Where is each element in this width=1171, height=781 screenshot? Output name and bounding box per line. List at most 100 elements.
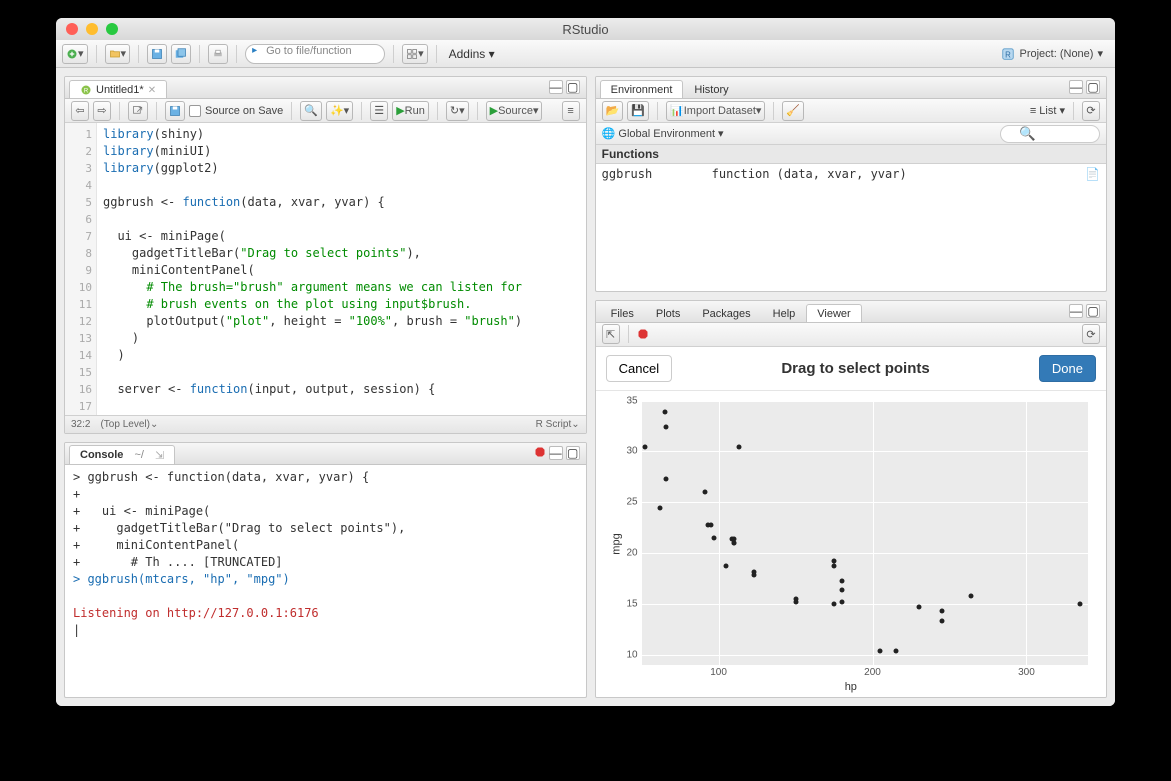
viewer-pane: Files Plots Packages Help Viewer — ▢ ⇱ ⟳ xyxy=(595,300,1107,699)
svg-text:R: R xyxy=(1006,50,1012,59)
maximize-env-button[interactable]: ▢ xyxy=(1086,80,1100,94)
tab-plots[interactable]: Plots xyxy=(645,304,691,322)
gadget-title: Drag to select points xyxy=(682,360,1029,377)
env-scope-selector[interactable]: 🌐 Global Environment ▾ xyxy=(602,127,724,140)
print-button[interactable] xyxy=(208,44,228,64)
refresh-env-button[interactable]: ⟳ xyxy=(1082,101,1100,121)
x-tick: 300 xyxy=(1018,667,1035,678)
data-point xyxy=(1078,601,1083,606)
tab-untitled1[interactable]: R Untitled1* ✕ xyxy=(69,80,167,98)
data-point xyxy=(839,599,844,604)
zoom-window-button[interactable] xyxy=(106,23,118,35)
console-pane: Console ~/ ⇲ — ▢ > ggbrush <- function(d… xyxy=(64,442,587,698)
popout-viewer-button[interactable]: ⇱ xyxy=(602,324,620,344)
source-on-save-checkbox[interactable] xyxy=(189,105,201,117)
stop-viewer-icon[interactable] xyxy=(637,328,649,340)
load-workspace-button[interactable]: 📂 xyxy=(602,101,624,121)
language-mode[interactable]: R Script xyxy=(536,419,572,430)
forward-button[interactable]: ⇨ xyxy=(93,101,111,121)
wand-button[interactable]: ✨▾ xyxy=(326,101,353,121)
minimize-viewer-button[interactable]: — xyxy=(1069,304,1083,318)
stop-icon[interactable] xyxy=(534,446,546,458)
minimize-console-button[interactable]: — xyxy=(549,446,563,460)
line-gutter: 1 2 3 4 5 6 7 8 9 10 11 12 13 14 15 16 1… xyxy=(65,123,97,415)
popout-button[interactable] xyxy=(128,101,148,121)
svg-text:R: R xyxy=(84,88,89,94)
source-statusbar: 32:2 (Top Level) ⌄ R Script ⌄ xyxy=(65,415,586,433)
y-axis-label: mpg xyxy=(610,533,622,554)
window-controls xyxy=(56,23,118,35)
code-content[interactable]: library(shiny) library(miniUI) library(g… xyxy=(97,123,586,415)
grid-button[interactable]: ▾ xyxy=(402,44,428,64)
env-search-input[interactable] xyxy=(1000,125,1100,143)
app-window: RStudio ▾ ▾ Go to file/function ▾ Addins… xyxy=(56,18,1115,706)
data-point xyxy=(839,587,844,592)
x-tick: 100 xyxy=(710,667,727,678)
tab-history[interactable]: History xyxy=(683,80,739,98)
maximize-console-button[interactable]: ▢ xyxy=(566,446,580,460)
y-tick: 20 xyxy=(627,548,638,559)
data-point xyxy=(736,445,741,450)
window-title: RStudio xyxy=(562,22,608,37)
tab-environment[interactable]: Environment xyxy=(600,80,684,98)
cursor-position: 32:2 xyxy=(71,419,90,430)
data-point xyxy=(642,445,647,450)
tab-console[interactable]: Console ~/ ⇲ xyxy=(69,445,175,464)
maximize-viewer-button[interactable]: ▢ xyxy=(1086,304,1100,318)
refresh-viewer-button[interactable]: ⟳ xyxy=(1082,324,1100,344)
tab-packages[interactable]: Packages xyxy=(691,304,761,322)
env-row-ggbrush[interactable]: ggbrush function (data, xvar, yvar) 📄 xyxy=(596,164,1106,184)
save-all-button[interactable] xyxy=(171,44,191,64)
code-editor[interactable]: 1 2 3 4 5 6 7 8 9 10 11 12 13 14 15 16 1… xyxy=(65,123,586,415)
data-point xyxy=(662,409,667,414)
back-button[interactable]: ⇦ xyxy=(71,101,89,121)
data-point xyxy=(832,564,837,569)
close-tab-icon[interactable]: ✕ xyxy=(148,85,156,96)
y-tick: 35 xyxy=(627,395,638,406)
outline-toggle-button[interactable]: ≡ xyxy=(562,101,580,121)
data-point xyxy=(708,522,713,527)
save-button[interactable] xyxy=(147,44,167,64)
maximize-pane-button[interactable]: ▢ xyxy=(566,80,580,94)
project-menu[interactable]: RProject: (None) ▾ xyxy=(995,47,1109,61)
gadget-titlebar: Cancel Drag to select points Done xyxy=(596,347,1106,391)
scatter-plot[interactable]: 101520253035100200300 mpg hp xyxy=(596,391,1106,698)
data-point xyxy=(793,596,798,601)
done-button[interactable]: Done xyxy=(1039,355,1096,382)
open-file-button[interactable]: ▾ xyxy=(105,44,131,64)
minimize-pane-button[interactable]: — xyxy=(549,80,563,94)
minimize-window-button[interactable] xyxy=(86,23,98,35)
run-button[interactable]: ▶Run xyxy=(392,101,429,121)
save-workspace-button[interactable]: 💾 xyxy=(627,101,649,121)
data-point xyxy=(731,536,736,541)
console-output[interactable]: > ggbrush <- function(data, xvar, yvar) … xyxy=(65,465,586,697)
data-point xyxy=(711,535,716,540)
titlebar[interactable]: RStudio xyxy=(56,18,1115,40)
x-axis-label: hp xyxy=(845,681,857,693)
clear-workspace-button[interactable]: 🧹 xyxy=(782,101,804,121)
list-view-toggle[interactable]: ≡ List ▾ xyxy=(1030,104,1065,117)
save-source-button[interactable] xyxy=(165,101,185,121)
y-tick: 15 xyxy=(627,598,638,609)
data-point xyxy=(878,648,883,653)
source-on-save-label: Source on Save xyxy=(205,105,283,117)
new-file-button[interactable]: ▾ xyxy=(62,44,88,64)
rerun-button[interactable]: ↻▾ xyxy=(446,101,469,121)
addins-menu[interactable]: Addins ▾ xyxy=(445,47,499,61)
minimize-env-button[interactable]: — xyxy=(1069,80,1083,94)
find-button[interactable]: 🔍 xyxy=(300,101,322,121)
cancel-button[interactable]: Cancel xyxy=(606,355,672,382)
import-dataset-button[interactable]: 📊 Import Dataset ▾ xyxy=(666,101,765,121)
goto-file-input[interactable]: Go to file/function xyxy=(245,44,385,64)
tab-viewer[interactable]: Viewer xyxy=(806,304,861,322)
tab-files[interactable]: Files xyxy=(600,304,645,322)
data-point xyxy=(724,564,729,569)
outline-button[interactable]: ☰ xyxy=(370,101,388,121)
source-menu-button[interactable]: ▶Source ▾ xyxy=(486,101,543,121)
data-point xyxy=(664,424,669,429)
scope-label[interactable]: (Top Level) xyxy=(100,419,149,430)
panes: R Untitled1* ✕ — ▢ ⇦ ⇨ xyxy=(56,68,1115,706)
tab-help[interactable]: Help xyxy=(762,304,807,322)
data-point xyxy=(658,506,663,511)
close-window-button[interactable] xyxy=(66,23,78,35)
